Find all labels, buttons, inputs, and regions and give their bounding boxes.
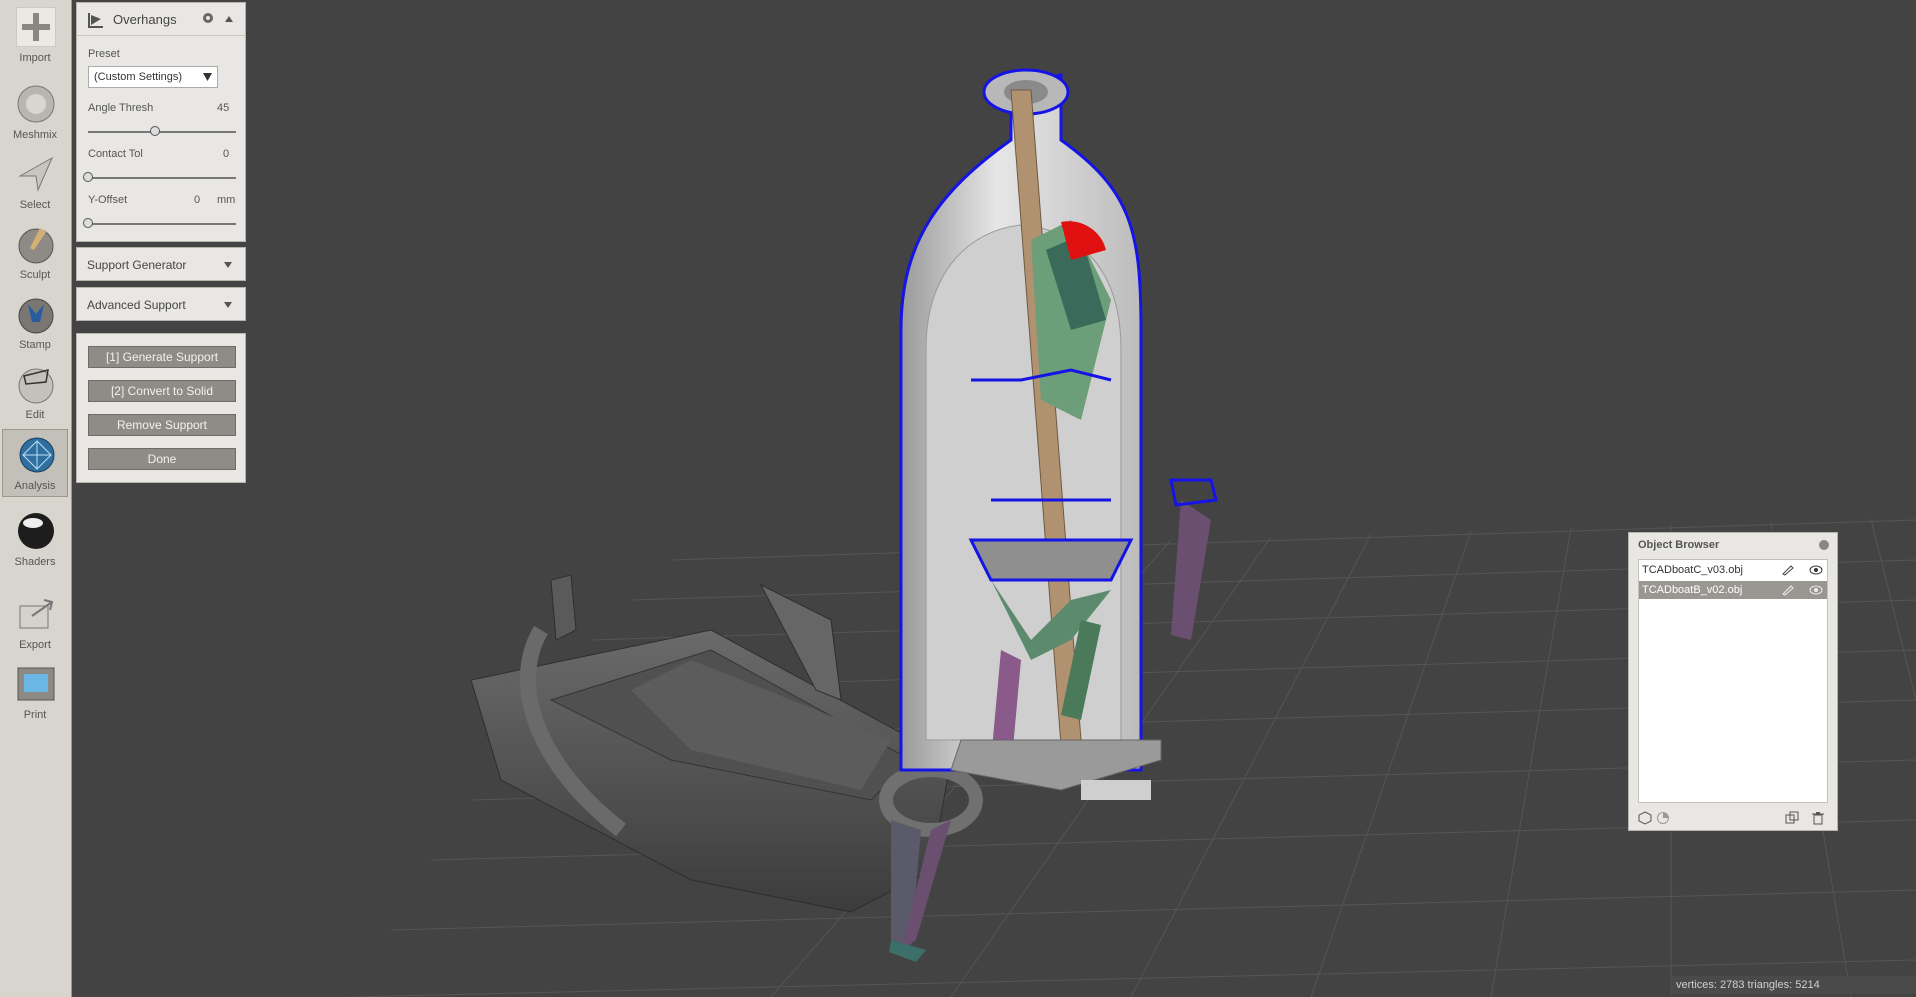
shaders-button[interactable]: Shaders <box>2 506 68 574</box>
contact-tol-label: Contact Tol <box>88 148 143 160</box>
import-button[interactable]: Import <box>2 2 68 70</box>
object-row-selected[interactable]: TCADboatB_v02.obj <box>1639 581 1827 599</box>
overhang-tool-icon <box>88 13 103 28</box>
toolbar-label-meshmix: Meshmix <box>12 129 57 141</box>
object-name: TCADboatB_v02.obj <box>1642 584 1743 596</box>
object-name: TCADboatC_v03.obj <box>1642 564 1743 576</box>
overhangs-panel-header: Overhangs <box>77 3 245 36</box>
toolbar-label-sculpt: Sculpt <box>19 269 51 281</box>
toolbar-label-export: Export <box>19 639 51 651</box>
meshmix-icon <box>17 85 55 123</box>
plus-icon <box>16 7 56 47</box>
stamp-icon <box>18 298 54 334</box>
gear-icon[interactable] <box>201 11 215 25</box>
overhangs-title: Overhangs <box>113 12 177 27</box>
convert-to-solid-button[interactable]: [2] Convert to Solid <box>88 380 236 402</box>
close-icon[interactable] <box>1819 540 1829 550</box>
toolbar-label-select: Select <box>19 199 51 211</box>
status-bar: vertices: 2783 triangles: 5214 <box>1670 976 1916 994</box>
angle-thresh-slider[interactable] <box>88 125 236 139</box>
advanced-support-title: Advanced Support <box>87 298 186 312</box>
y-offset-slider[interactable] <box>83 217 236 231</box>
done-button[interactable]: Done <box>88 448 236 470</box>
edit-button[interactable]: Edit <box>2 359 68 427</box>
shaders-sphere-icon <box>18 513 54 549</box>
edit-icon <box>18 368 54 404</box>
select-arrow-icon <box>18 156 54 192</box>
preset-select-value: (Custom Settings) <box>94 71 183 83</box>
generate-support-button[interactable]: [1] Generate Support <box>88 346 236 368</box>
analysis-button[interactable]: Analysis <box>2 429 68 497</box>
remove-support-button[interactable]: Remove Support <box>88 414 236 436</box>
brush-icon[interactable] <box>1781 564 1795 576</box>
pie-icon[interactable] <box>1656 811 1670 825</box>
object-browser-panel: Object Browser TCADboatC_v03.obj TCADboa… <box>1628 532 1838 831</box>
sculpt-brush-icon <box>18 228 54 264</box>
toolbar-label-edit: Edit <box>25 409 45 421</box>
sculpt-button[interactable]: Sculpt <box>2 219 68 287</box>
preset-label: Preset <box>88 48 120 60</box>
3d-viewport[interactable] <box>71 0 1916 997</box>
contact-tol-slider[interactable] <box>83 171 236 185</box>
export-button[interactable]: Export <box>2 589 68 657</box>
meshmix-button[interactable]: Meshmix <box>2 79 68 147</box>
preset-select[interactable]: (Custom Settings) <box>88 66 218 88</box>
advanced-support-section[interactable]: Advanced Support <box>76 287 246 321</box>
chevron-down-icon <box>224 262 232 268</box>
y-offset-unit: mm <box>217 194 236 206</box>
chevron-down-icon <box>224 302 232 308</box>
duplicate-icon[interactable] <box>1785 811 1799 825</box>
stamp-button[interactable]: Stamp <box>2 289 68 357</box>
y-offset-label: Y-Offset <box>88 194 128 206</box>
contact-tol-value: 0 <box>223 148 230 160</box>
object-list: TCADboatC_v03.obj TCADboatB_v02.obj <box>1638 559 1828 803</box>
eye-icon[interactable] <box>1809 564 1823 576</box>
toolbar-label-stamp: Stamp <box>19 339 51 351</box>
object-browser-title: Object Browser <box>1638 539 1720 551</box>
contact-tol-slider-handle[interactable] <box>83 172 93 182</box>
angle-thresh-slider-handle[interactable] <box>149 126 160 136</box>
support-actions-panel: [1] Generate Support [2] Convert to Soli… <box>76 333 246 483</box>
toolbar-label-shaders: Shaders <box>14 556 56 568</box>
support-generator-title: Support Generator <box>87 258 187 272</box>
chevron-down-icon <box>203 73 212 81</box>
export-icon <box>19 599 54 629</box>
trash-icon[interactable] <box>1811 811 1825 825</box>
print-button[interactable]: Print <box>2 659 68 727</box>
toolbar-label-import: Import <box>19 52 51 64</box>
toolbar-label-print: Print <box>23 709 47 721</box>
bottle-model[interactable] <box>899 68 1218 800</box>
overhangs-panel: Overhangs Preset (Custom Settings) Angle… <box>76 2 246 242</box>
cube-icon[interactable] <box>1638 811 1652 825</box>
y-offset-value: 0 <box>194 194 201 206</box>
angle-thresh-value: 45 <box>217 102 230 114</box>
left-toolbar: Import Meshmix Select Sculpt Stamp Edit … <box>0 0 72 997</box>
collapse-up-icon[interactable] <box>223 13 235 25</box>
angle-thresh-label: Angle Thresh <box>88 102 154 114</box>
select-button[interactable]: Select <box>2 149 68 217</box>
analysis-icon <box>19 437 55 473</box>
toolbar-label-analysis: Analysis <box>14 480 56 492</box>
object-row[interactable]: TCADboatC_v03.obj <box>1639 561 1827 579</box>
y-offset-slider-handle[interactable] <box>83 218 93 228</box>
support-generator-section[interactable]: Support Generator <box>76 247 246 281</box>
eye-icon[interactable] <box>1809 584 1823 596</box>
brush-icon[interactable] <box>1781 584 1795 596</box>
print-icon <box>17 667 55 701</box>
